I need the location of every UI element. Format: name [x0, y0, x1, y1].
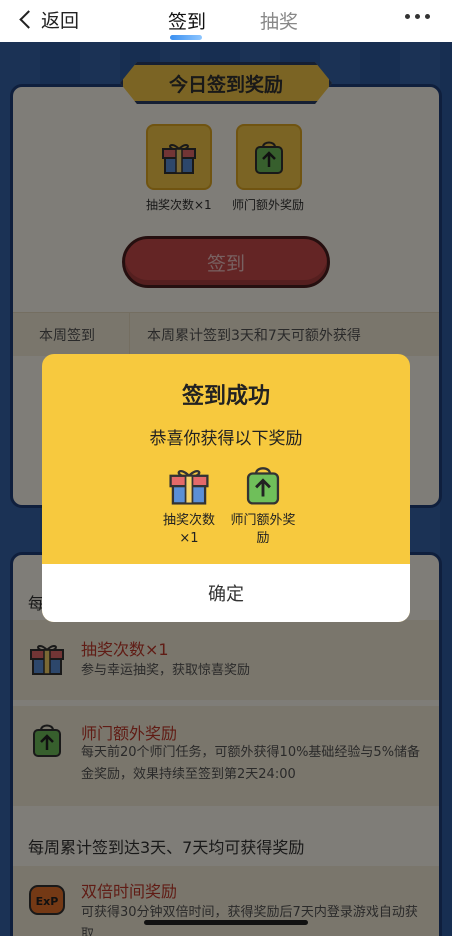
- chevron-left-icon: [19, 10, 38, 29]
- dialog-subtitle: 恭喜你获得以下奖励: [149, 429, 303, 449]
- gift-icon: [169, 470, 209, 505]
- tab-lottery[interactable]: 抽奖: [260, 7, 298, 34]
- dot-icon: [405, 14, 410, 19]
- dot-icon: [425, 14, 430, 19]
- dot-icon: [415, 14, 420, 19]
- more-menu-button[interactable]: [405, 14, 430, 19]
- top-bar: 返回 签到 抽奖: [0, 0, 452, 42]
- dialog-reward-label: 抽奖次数×1: [162, 513, 215, 546]
- dialog-title: 签到成功: [181, 384, 270, 409]
- back-button[interactable]: 返回: [19, 6, 80, 33]
- active-tab-indicator: [170, 35, 202, 40]
- tab-checkin[interactable]: 签到: [168, 7, 206, 34]
- confirm-button[interactable]: 确定: [42, 564, 410, 622]
- dialog-reward-label: 师门额外奖励: [230, 513, 296, 546]
- back-label: 返回: [41, 10, 80, 32]
- home-indicator[interactable]: [144, 920, 308, 925]
- bag-upload-icon: [246, 467, 280, 505]
- checkin-success-dialog: 签到成功 恭喜你获得以下奖励 抽奖次数×1 师门额外奖励 确定: [42, 354, 410, 622]
